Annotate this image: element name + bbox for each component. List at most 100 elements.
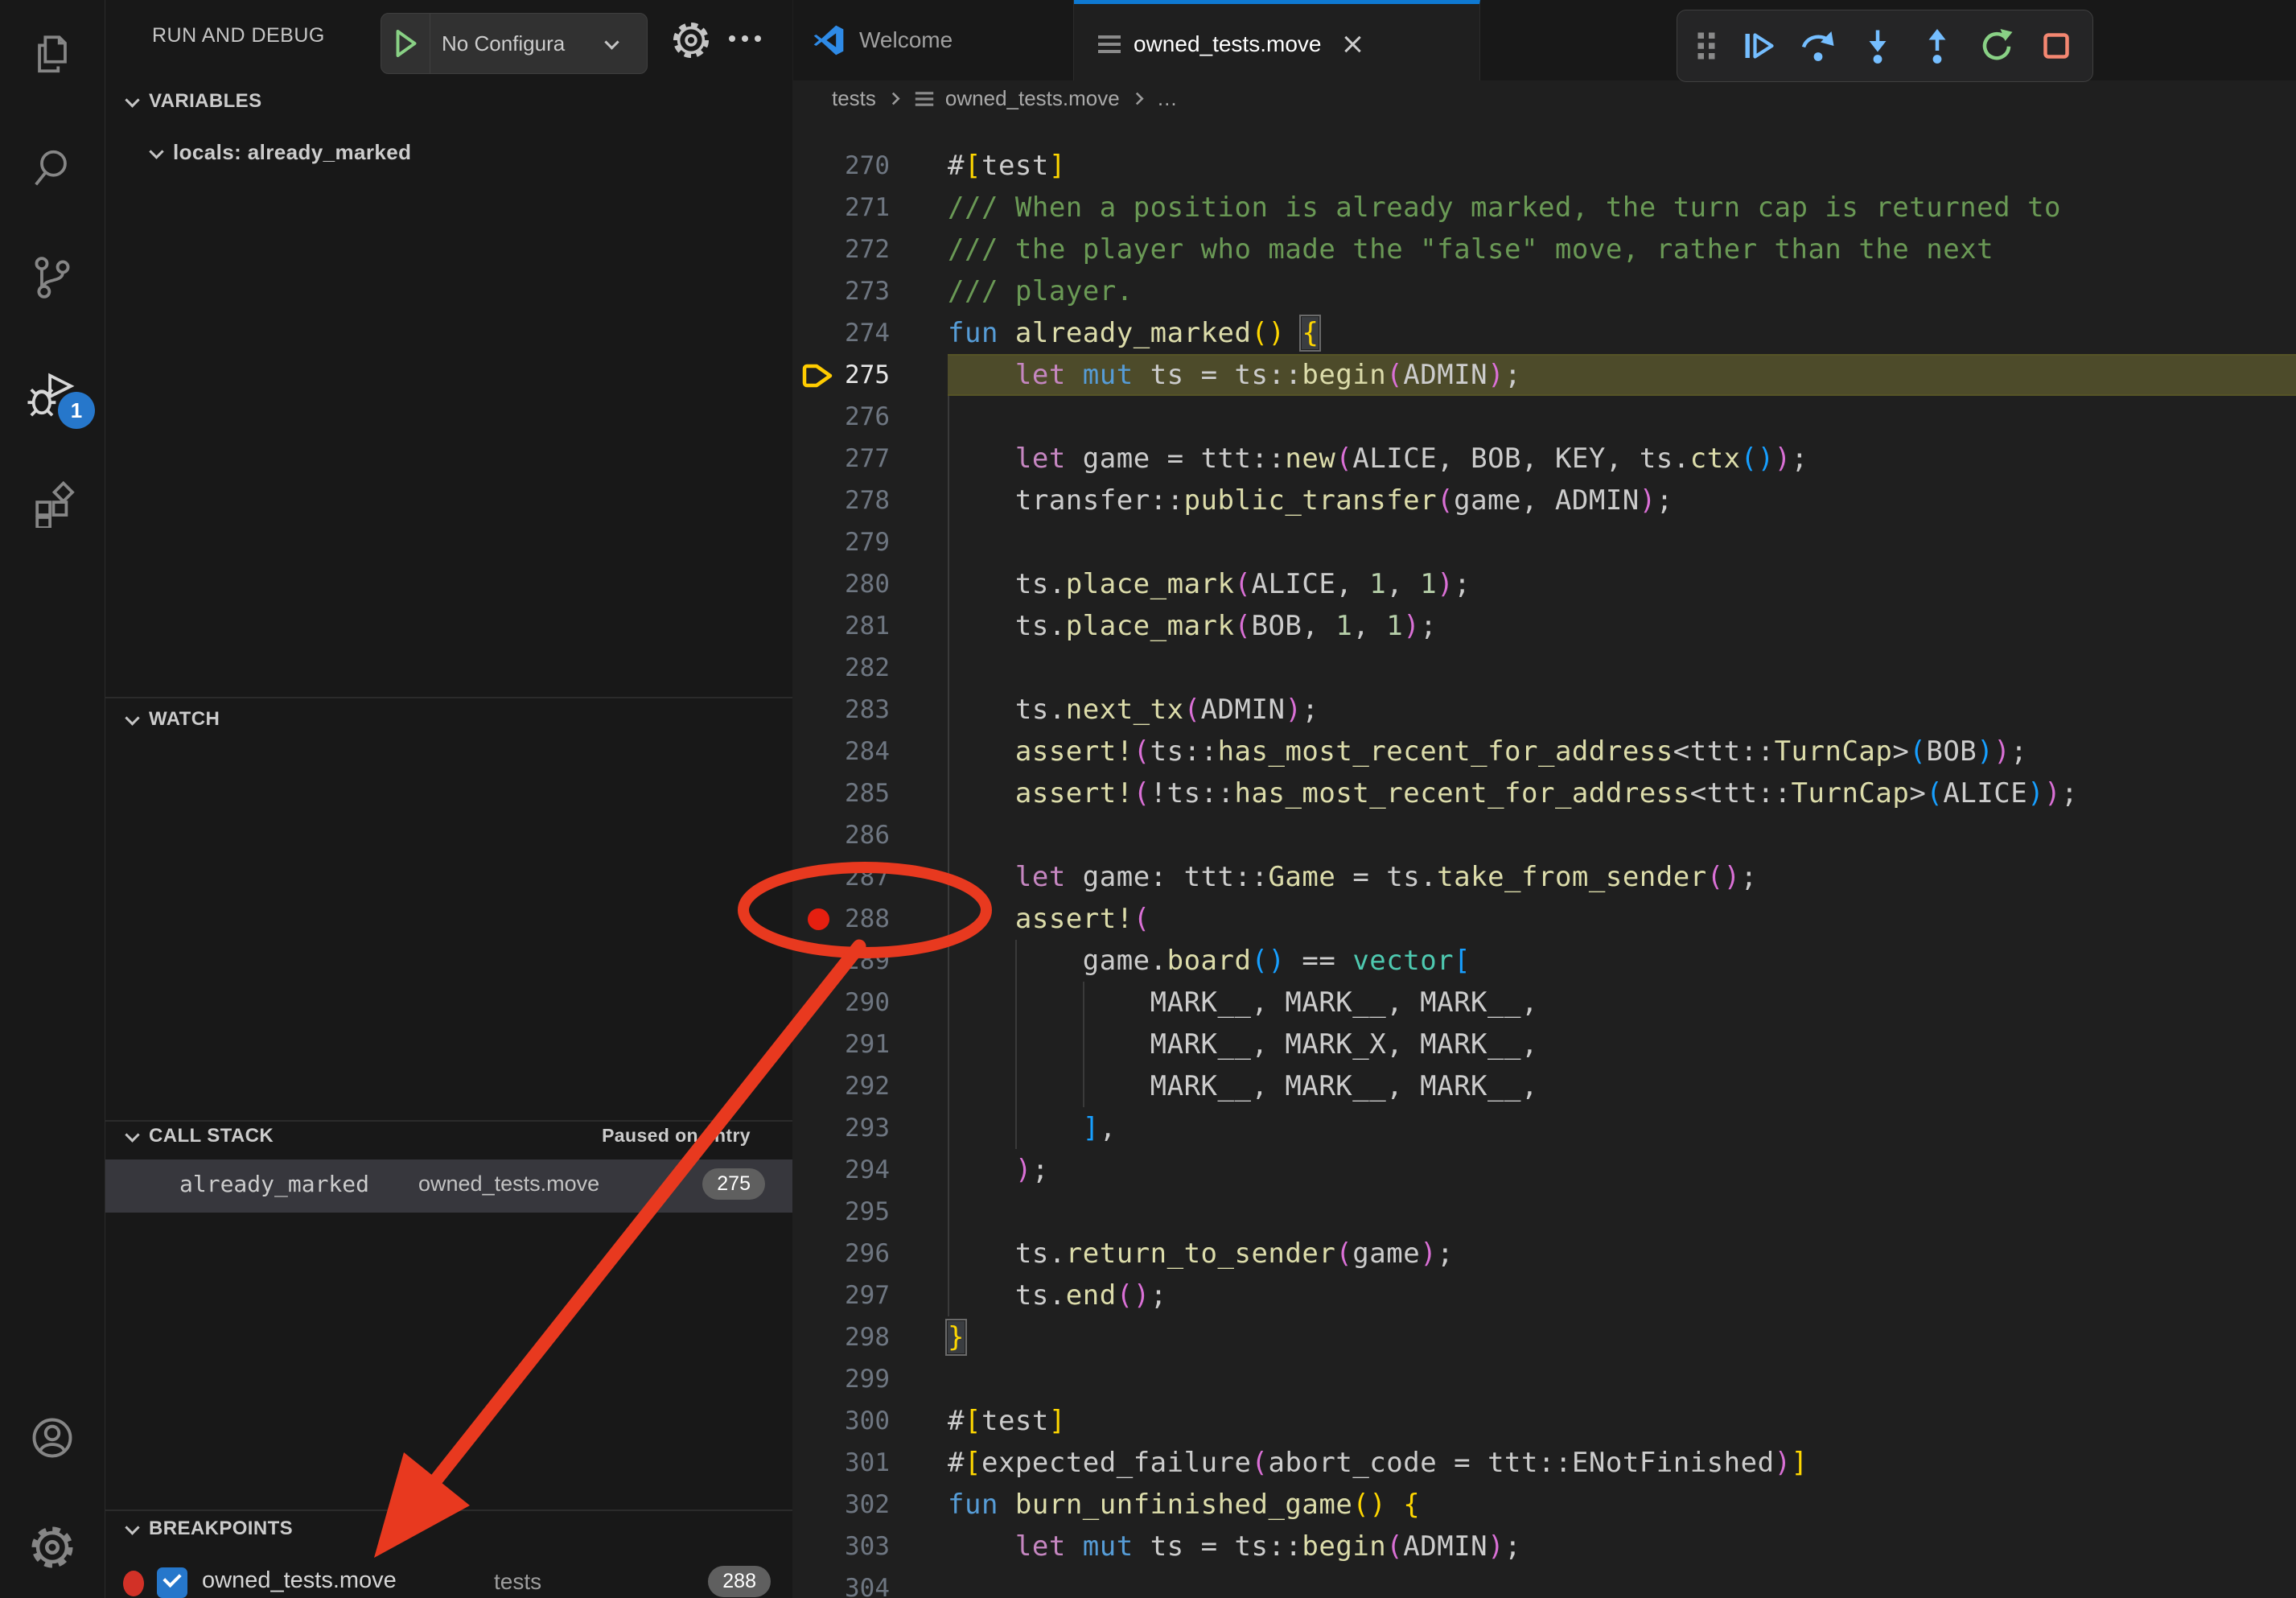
breakpoint-list-item[interactable]: owned_tests.move tests 288 <box>105 1558 792 1598</box>
gutter-glyph-289[interactable] <box>798 940 837 982</box>
line-number-292[interactable]: 292 <box>837 1065 890 1107</box>
gutter-glyph-284[interactable] <box>798 731 837 772</box>
line-number-304[interactable]: 304 <box>837 1567 890 1598</box>
line-number-279[interactable]: 279 <box>837 521 890 563</box>
debug-settings-gear-icon[interactable] <box>669 18 714 63</box>
breadcrumb-item-file[interactable]: owned_tests.move <box>945 86 1120 111</box>
line-number-280[interactable]: 280 <box>837 563 890 605</box>
gutter-glyph-302[interactable] <box>798 1484 837 1526</box>
gutter-glyph-281[interactable] <box>798 605 837 647</box>
gutter-glyph-298[interactable] <box>798 1316 837 1358</box>
gutter-glyph-282[interactable] <box>798 647 837 689</box>
gutter-glyph-295[interactable] <box>798 1191 837 1233</box>
gutter-glyph-288[interactable] <box>798 898 837 940</box>
gutter-glyph-276[interactable] <box>798 396 837 438</box>
search-icon[interactable] <box>0 124 105 212</box>
call-stack-section-header[interactable]: CALL STACK Paused on entry <box>123 1125 772 1147</box>
line-number-285[interactable]: 285 <box>837 772 890 814</box>
gutter-glyph-270[interactable] <box>798 145 837 187</box>
line-number-275[interactable]: 275 <box>837 354 890 396</box>
drag-grip-icon[interactable] <box>1694 29 1718 63</box>
gutter-glyph-290[interactable] <box>798 982 837 1023</box>
gutter-glyph-272[interactable] <box>798 229 837 270</box>
explorer-icon[interactable] <box>0 10 105 99</box>
line-number-282[interactable]: 282 <box>837 647 890 689</box>
more-actions-icon[interactable] <box>729 35 761 42</box>
breadcrumb-item-tests[interactable]: tests <box>832 86 876 111</box>
line-number-301[interactable]: 301 <box>837 1442 890 1484</box>
debug-config-dropdown[interactable]: No Configura <box>381 13 648 74</box>
line-number-287[interactable]: 287 <box>837 856 890 898</box>
line-number-289[interactable]: 289 <box>837 940 890 982</box>
extensions-icon[interactable] <box>0 460 105 549</box>
line-number-303[interactable]: 303 <box>837 1526 890 1567</box>
gutter-glyph-273[interactable] <box>798 270 837 312</box>
variables-section-header[interactable]: VARIABLES <box>123 90 262 113</box>
line-number-298[interactable]: 298 <box>837 1316 890 1358</box>
gutter-glyph-271[interactable] <box>798 187 837 229</box>
line-number-272[interactable]: 272 <box>837 229 890 270</box>
line-number-300[interactable]: 300 <box>837 1400 890 1442</box>
gutter-glyph-280[interactable] <box>798 563 837 605</box>
gutter-glyph-297[interactable] <box>798 1275 837 1316</box>
line-number-302[interactable]: 302 <box>837 1484 890 1526</box>
gutter-glyph-300[interactable] <box>798 1400 837 1442</box>
gutter-glyph-275[interactable] <box>798 354 837 396</box>
account-icon[interactable] <box>0 1394 105 1482</box>
gutter-glyph-293[interactable] <box>798 1107 837 1149</box>
line-number-290[interactable]: 290 <box>837 982 890 1023</box>
line-number-286[interactable]: 286 <box>837 814 890 856</box>
gutter-glyph-286[interactable] <box>798 814 837 856</box>
stop-icon[interactable] <box>2037 27 2076 65</box>
line-number-288[interactable]: 288 <box>837 898 890 940</box>
line-number-293[interactable]: 293 <box>837 1107 890 1149</box>
breakpoints-section-header[interactable]: BREAKPOINTS <box>123 1518 293 1540</box>
breadcrumb-item-more[interactable]: … <box>1157 86 1178 111</box>
line-number-297[interactable]: 297 <box>837 1275 890 1316</box>
line-number-283[interactable]: 283 <box>837 689 890 731</box>
tab-owned-tests-move[interactable]: owned_tests.move <box>1074 0 1480 84</box>
gutter-glyph-285[interactable] <box>798 772 837 814</box>
gutter-glyph-299[interactable] <box>798 1358 837 1400</box>
gutter-glyph-294[interactable] <box>798 1149 837 1191</box>
gutter-glyph-278[interactable] <box>798 480 837 521</box>
gutter-glyph-292[interactable] <box>798 1065 837 1107</box>
line-number-276[interactable]: 276 <box>837 396 890 438</box>
settings-gear-icon[interactable] <box>0 1503 105 1592</box>
line-number-274[interactable]: 274 <box>837 312 890 354</box>
step-over-icon[interactable] <box>1799 27 1837 65</box>
line-number-299[interactable]: 299 <box>837 1358 890 1400</box>
close-icon[interactable] <box>1340 32 1364 56</box>
gutter-glyph-287[interactable] <box>798 856 837 898</box>
variables-scope-row[interactable]: locals: already_marked <box>147 140 411 165</box>
step-out-icon[interactable] <box>1918 27 1957 65</box>
gutter-glyph-274[interactable] <box>798 312 837 354</box>
gutter-glyph-283[interactable] <box>798 689 837 731</box>
tab-welcome[interactable]: Welcome <box>793 0 1074 80</box>
gutter-glyph-291[interactable] <box>798 1023 837 1065</box>
watch-section-header[interactable]: WATCH <box>123 708 220 731</box>
line-number-296[interactable]: 296 <box>837 1233 890 1275</box>
source-control-icon[interactable] <box>0 233 105 322</box>
start-debug-icon[interactable] <box>394 29 418 58</box>
continue-icon[interactable] <box>1739 27 1778 65</box>
run-and-debug-icon[interactable]: 1 <box>0 350 105 439</box>
line-number-278[interactable]: 278 <box>837 480 890 521</box>
gutter-glyph-279[interactable] <box>798 521 837 563</box>
breakpoint-checkbox[interactable] <box>157 1567 187 1598</box>
gutter-glyph-277[interactable] <box>798 438 837 480</box>
line-number-270[interactable]: 270 <box>837 145 890 187</box>
call-stack-frame-row[interactable]: already_marked owned_tests.move 275 <box>105 1159 792 1213</box>
line-number-284[interactable]: 284 <box>837 731 890 772</box>
code-editor[interactable]: 270#[test]271/// When a position is alre… <box>793 117 2296 1598</box>
gutter-glyph-304[interactable] <box>798 1567 837 1598</box>
line-number-281[interactable]: 281 <box>837 605 890 647</box>
breakpoint-dot[interactable] <box>808 908 829 930</box>
restart-icon[interactable] <box>1977 27 2016 65</box>
line-number-273[interactable]: 273 <box>837 270 890 312</box>
line-number-295[interactable]: 295 <box>837 1191 890 1233</box>
line-number-291[interactable]: 291 <box>837 1023 890 1065</box>
line-number-271[interactable]: 271 <box>837 187 890 229</box>
gutter-glyph-301[interactable] <box>798 1442 837 1484</box>
line-number-277[interactable]: 277 <box>837 438 890 480</box>
